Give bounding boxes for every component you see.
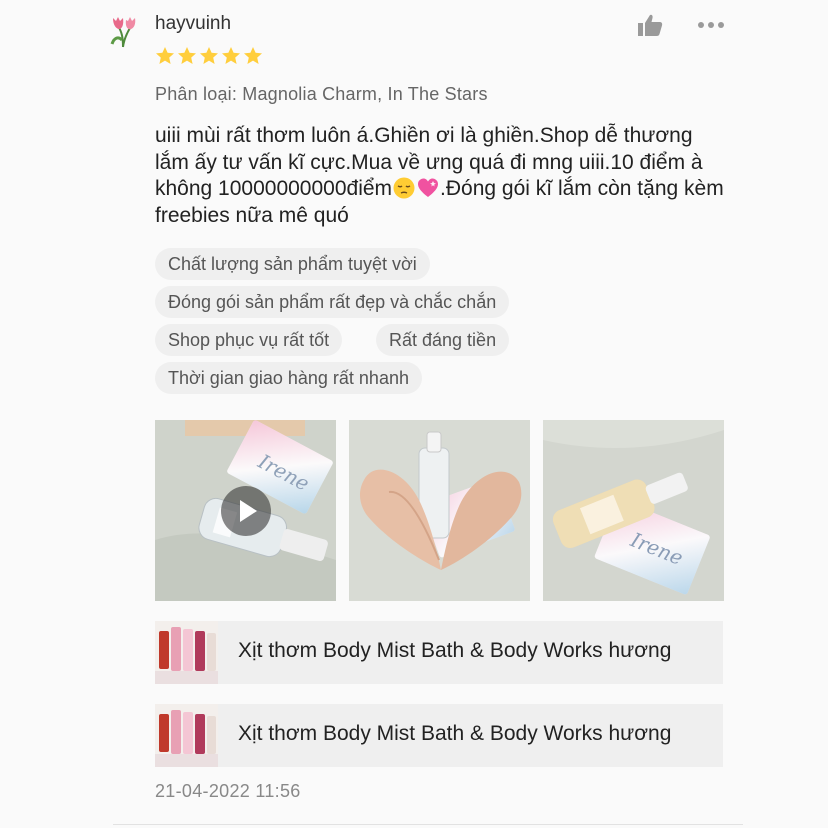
product-link[interactable]: Xịt thơm Body Mist Bath & Body Works hươ… bbox=[155, 704, 723, 767]
product-thumbnail bbox=[155, 704, 218, 767]
heart-hands-photo bbox=[349, 420, 530, 601]
product-name[interactable]: Xịt thơm Body Mist Bath & Body Works hươ… bbox=[238, 639, 708, 663]
variant-label: Phân loại: bbox=[155, 84, 238, 104]
review-tag-service: Shop phục vụ rất tốt bbox=[155, 324, 343, 356]
variant-value: Magnolia Charm, In The Stars bbox=[242, 84, 488, 104]
product-name[interactable]: Xịt thơm Body Mist Bath & Body Works hươ… bbox=[238, 722, 708, 746]
divider bbox=[113, 824, 743, 825]
username[interactable]: hayvuinh bbox=[155, 13, 231, 35]
pensive-face-emoji bbox=[393, 177, 415, 199]
star-icon bbox=[156, 47, 174, 64]
review-video-thumbnail[interactable]: Irene bbox=[155, 420, 336, 601]
more-dots-icon[interactable] bbox=[697, 20, 727, 30]
review-photo-bottle-card[interactable]: Irene bbox=[543, 420, 724, 601]
play-icon[interactable] bbox=[221, 486, 271, 536]
review-comment: uiii mùi rất thơm luôn á.Ghiền ơi là ghi… bbox=[155, 123, 725, 229]
product-variant: Phân loại: Magnolia Charm, In The Stars bbox=[155, 84, 488, 105]
review-tag-packaging: Đóng gói sản phẩm rất đẹp và chắc chắn bbox=[155, 286, 510, 318]
review-timestamp: 21-04-2022 11:56 bbox=[155, 781, 301, 801]
star-icon bbox=[178, 47, 196, 64]
review-photo-heart-hands[interactable] bbox=[349, 420, 530, 601]
pink-heart-emoji bbox=[418, 178, 439, 197]
product-link[interactable]: Xịt thơm Body Mist Bath & Body Works hươ… bbox=[155, 621, 723, 684]
product-thumbnail bbox=[155, 621, 218, 684]
review-tag-quality: Chất lượng sản phẩm tuyệt vời bbox=[155, 248, 430, 280]
rating-stars bbox=[155, 46, 263, 66]
bottle-card-photo: Irene bbox=[543, 420, 724, 601]
star-icon bbox=[244, 47, 262, 64]
review-tag-value: Rất đáng tiền bbox=[376, 324, 510, 356]
review-tag-delivery: Thời gian giao hàng rất nhanh bbox=[155, 362, 422, 394]
thumbs-up-icon[interactable] bbox=[637, 13, 663, 37]
tulip-icon bbox=[110, 17, 136, 48]
star-icon bbox=[222, 47, 240, 64]
star-icon bbox=[200, 47, 218, 64]
